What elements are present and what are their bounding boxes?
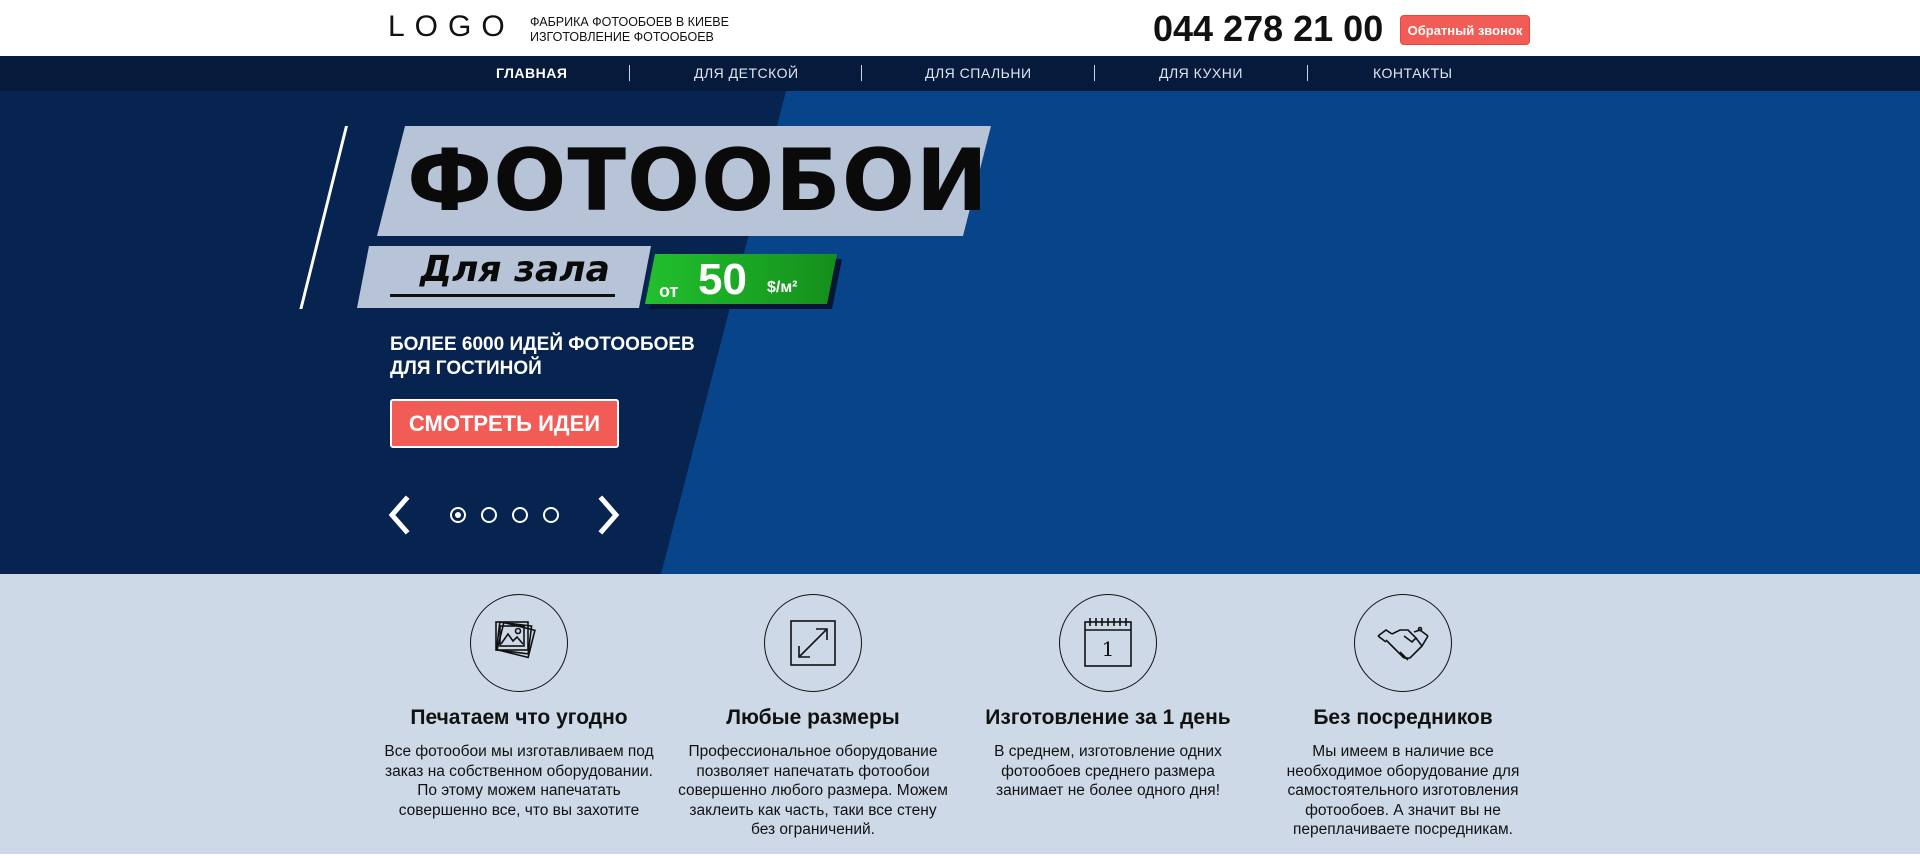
slider-dot-1[interactable] — [450, 507, 466, 523]
feature-title: Любые размеры — [726, 706, 900, 729]
tagline-line-2: ИЗГОТОВЛЕНИЕ ФОТООБОЕВ — [530, 30, 714, 44]
price-from: от — [659, 281, 679, 301]
feature-text: Все фотообои мы изготавливаем под заказ … — [384, 743, 654, 819]
handshake-icon — [1354, 594, 1452, 692]
hero-description-line-1: БОЛЕЕ 6000 ИДЕЙ ФОТООБОЕВ — [390, 334, 695, 355]
nav-divider — [629, 65, 630, 81]
callback-button[interactable]: Обратный звонок — [1400, 15, 1530, 45]
nav-item-kids[interactable]: ДЛЯ ДЕТСКОЙ — [694, 56, 799, 91]
slider-next-arrow-icon[interactable] — [594, 495, 622, 535]
slider-prev-arrow-icon[interactable] — [386, 495, 414, 535]
feature-title: Изготовление за 1 день — [985, 706, 1231, 729]
slider-dot-2[interactable] — [481, 507, 497, 523]
feature-text: В среднем, изготовление одних фотообоев … — [994, 743, 1222, 799]
hero-description-line-2: ДЛЯ ГОСТИНОЙ — [390, 358, 542, 379]
nav-divider — [1094, 65, 1095, 81]
subtitle-underline — [390, 294, 615, 297]
photos-icon — [470, 594, 568, 692]
tagline-line-1: ФАБРИКА ФОТООБОЕВ В КИЕВЕ — [530, 15, 729, 29]
tagline: ФАБРИКА ФОТООБОЕВ В КИЕВЕ ИЗГОТОВЛЕНИЕ Ф… — [530, 15, 729, 45]
nav-item-kitchen[interactable]: ДЛЯ КУХНИ — [1159, 56, 1243, 91]
feature-text: Мы имеем в наличие все необходимое обору… — [1286, 743, 1520, 838]
price-value: 50 — [698, 255, 747, 304]
slider-dot-3[interactable] — [512, 507, 528, 523]
features-section: Печатаем что угодно Все фотообои мы изго… — [0, 574, 1920, 854]
nav-item-home[interactable]: ГЛАВНАЯ — [496, 56, 567, 91]
calendar-number: 1 — [1102, 637, 1115, 661]
main-nav: ГЛАВНАЯ ДЛЯ ДЕТСКОЙ ДЛЯ СПАЛЬНИ ДЛЯ КУХН… — [0, 56, 1920, 91]
hero-description: БОЛЕЕ 6000 ИДЕЙ ФОТООБОЕВ ДЛЯ ГОСТИНОЙ — [390, 333, 720, 381]
hero-slider: ФОТООБОИ Для зала от 50 $/м² БОЛЕЕ 6000 … — [0, 91, 1920, 574]
nav-item-contacts[interactable]: КОНТАКТЫ — [1373, 56, 1453, 91]
feature-text: Профессиональное оборудование позволяет … — [678, 743, 948, 838]
view-ideas-button[interactable]: СМОТРЕТЬ ИДЕИ — [390, 399, 619, 448]
feature-title: Без посредников — [1313, 706, 1493, 729]
phone-number[interactable]: 044 278 21 00 — [1153, 8, 1383, 50]
resize-icon — [764, 594, 862, 692]
feature-title: Печатаем что угодно — [410, 706, 628, 729]
nav-divider — [1307, 65, 1308, 81]
slider-dot-4[interactable] — [543, 507, 559, 523]
calendar-icon: 1 — [1059, 594, 1157, 692]
nav-divider — [861, 65, 862, 81]
hero-title: ФОТООБОИ — [407, 131, 989, 231]
hero-subtitle: Для зала — [420, 249, 610, 290]
nav-item-bedroom[interactable]: ДЛЯ СПАЛЬНИ — [925, 56, 1032, 91]
site-header: LOGO ФАБРИКА ФОТООБОЕВ В КИЕВЕ ИЗГОТОВЛЕ… — [0, 0, 1920, 56]
logo[interactable]: LOGO — [388, 10, 515, 44]
price-unit: $/м² — [767, 279, 798, 296]
